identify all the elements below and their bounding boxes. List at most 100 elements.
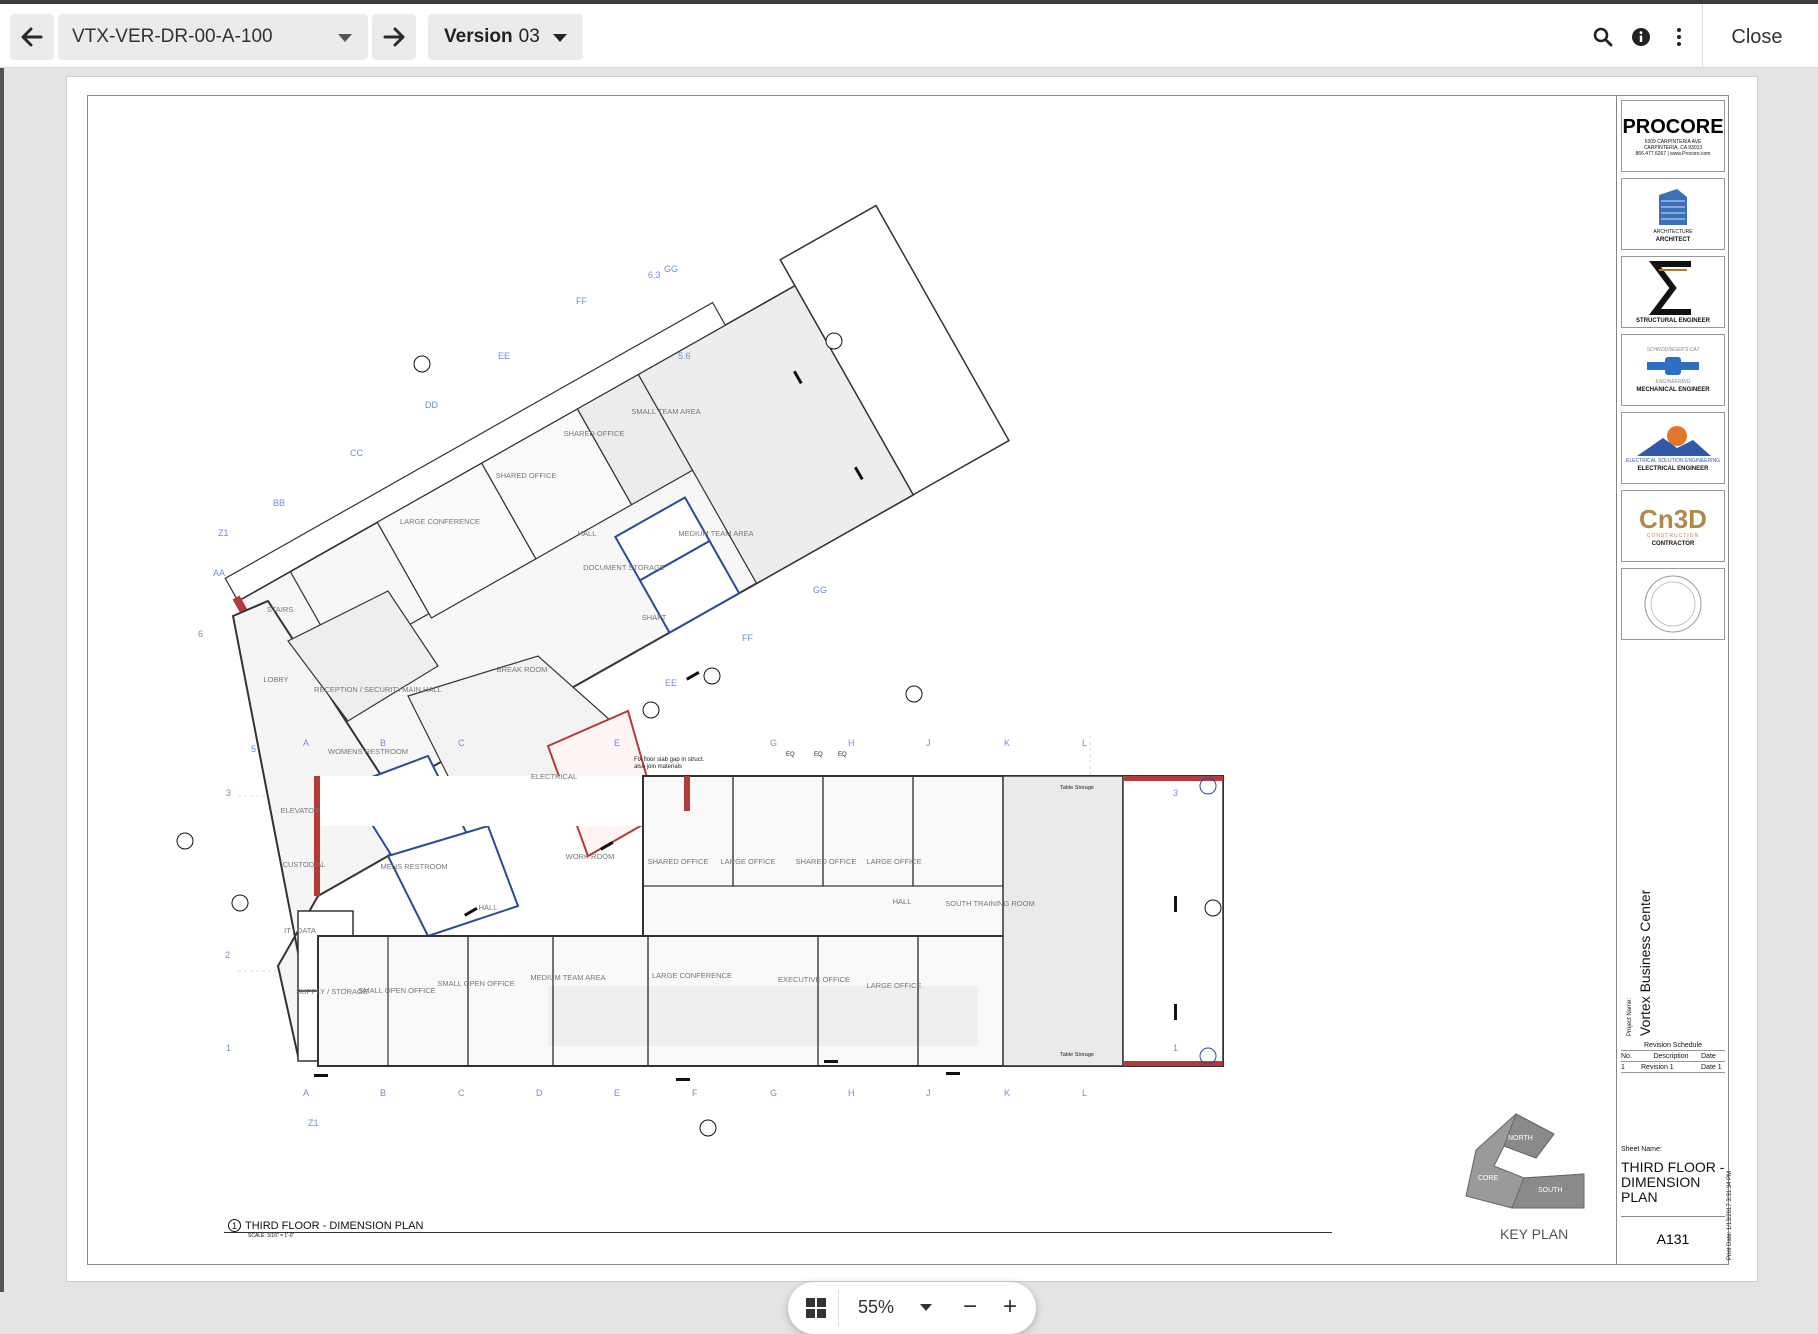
version-label: Version <box>444 26 513 47</box>
structural-logo-box: STRUCTURAL ENGINEER <box>1621 256 1725 328</box>
floor-plan[interactable]: ABCDEFGHJKL 31 31 ABCEGHJKL Z1Z1AABBCCDD… <box>88 96 1614 1266</box>
svg-text:MENS RESTROOM: MENS RESTROOM <box>380 862 447 871</box>
info-button[interactable] <box>1626 22 1656 52</box>
contractor-logo-box: Cn3D CONSTRUCTION CONTRACTOR <box>1621 490 1725 562</box>
mechanical-logo-box: SCHRODINGER'S CAT ENGINEERING MECHANICAL… <box>1621 334 1725 406</box>
search-button[interactable] <box>1588 22 1618 52</box>
print-date: Print Date: 1/13/2017 3:31:34 PM <box>1727 1170 1733 1260</box>
svg-text:FF: FF <box>576 296 587 306</box>
svg-text:EQ: EQ <box>786 752 795 758</box>
rev-col-date: Date <box>1701 1052 1716 1060</box>
sheet-name-label: Sheet Name: <box>1621 1146 1662 1153</box>
svg-text:L: L <box>1082 1088 1087 1098</box>
svg-text:DD: DD <box>425 400 438 410</box>
plan-title-text: THIRD FLOOR - DIMENSION PLAN <box>245 1219 424 1232</box>
svg-text:EE: EE <box>498 351 510 361</box>
svg-text:HALL: HALL <box>893 897 912 906</box>
sheet-name: THIRD FLOOR - DIMENSION PLAN <box>1621 1159 1725 1205</box>
svg-text:SHARED OFFICE: SHARED OFFICE <box>564 429 625 438</box>
mountain-sun-icon <box>1637 426 1711 456</box>
svg-text:IT / DATA: IT / DATA <box>284 926 316 935</box>
zoom-out-button[interactable]: − <box>956 1292 984 1322</box>
top-toolbar: VTX-VER-DR-00-A-100 Version 03 Close <box>0 0 1818 72</box>
svg-text:WORK ROOM: WORK ROOM <box>566 852 615 861</box>
search-icon <box>1593 27 1613 47</box>
svg-text:FF: FF <box>742 633 753 643</box>
svg-text:E: E <box>614 738 620 748</box>
rev-no: 1 <box>1621 1063 1625 1071</box>
svg-text:D: D <box>536 1088 543 1098</box>
plan-title-underline <box>224 1232 1332 1233</box>
svg-text:B: B <box>380 1088 386 1098</box>
svg-text:CUSTODIAL: CUSTODIAL <box>283 860 326 869</box>
drawing-viewer[interactable]: ABCDEFGHJKL 31 31 ABCEGHJKL Z1 Z1 AA BB CC DD… <box>0 68 1818 1334</box>
electrical-logo-text: ELECTRICAL SOLUTION ENGINEERING <box>1626 458 1720 464</box>
rev-date: Date 1 <box>1701 1063 1722 1071</box>
drawing-page: ABCDEFGHJKL 31 31 ABCEGHJKL Z1 Z1 AA BB CC DD… <box>66 76 1758 1282</box>
svg-text:SMALL OPEN OFFICE: SMALL OPEN OFFICE <box>358 986 435 995</box>
document-select[interactable]: VTX-VER-DR-00-A-100 <box>58 14 368 60</box>
project-name: Vortex Business Center <box>1637 889 1653 1036</box>
chevron-down-icon[interactable] <box>920 1304 932 1311</box>
key-plan: NORTH CORE SOUTH <box>1465 1113 1585 1209</box>
plan-scale: SCALE: 3/16" = 1'-0" <box>248 1233 295 1239</box>
svg-text:L: L <box>1082 738 1087 748</box>
svg-text:SHARED OFFICE: SHARED OFFICE <box>796 857 857 866</box>
key-plan-label: KEY PLAN <box>1500 1226 1569 1242</box>
grid-view-button[interactable] <box>804 1296 828 1320</box>
svg-text:GG: GG <box>813 585 827 595</box>
title-block: PROCORE 6309 CARPINTERIA AVE CARPINTERIA… <box>1616 96 1733 1264</box>
svg-text:A: A <box>303 738 309 748</box>
mechanical-caption: MECHANICAL ENGINEER <box>1636 387 1710 393</box>
chevron-down-icon <box>553 34 567 42</box>
architect-logo-box: ARCHITECTURE ARCHITECT <box>1621 178 1725 250</box>
svg-text:HALL: HALL <box>578 529 597 538</box>
svg-text:SHARED OFFICE: SHARED OFFICE <box>648 857 709 866</box>
rev-col-no: No. <box>1621 1052 1632 1060</box>
contractor-logo: Cn3D <box>1639 504 1707 534</box>
svg-text:SMALL TEAM AREA: SMALL TEAM AREA <box>631 407 700 416</box>
svg-text:H: H <box>848 738 855 748</box>
key-plan-core: CORE <box>1478 1175 1499 1182</box>
drawing-sheet: ABCDEFGHJKL 31 31 ABCEGHJKL Z1 Z1 AA BB CC DD… <box>87 95 1733 1266</box>
key-plan-north: NORTH <box>1508 1135 1533 1142</box>
svg-text:3: 3 <box>1173 788 1178 798</box>
svg-text:EE: EE <box>665 678 677 688</box>
rev-col-desc: Description <box>1653 1052 1689 1060</box>
zoom-level[interactable]: 55% <box>858 1297 894 1318</box>
svg-text:E: E <box>614 1088 620 1098</box>
back-button[interactable] <box>10 14 54 60</box>
zoom-toolbar: 55% − + <box>788 1282 1036 1334</box>
svg-text:A: A <box>303 1088 309 1098</box>
svg-text:1: 1 <box>1173 1043 1178 1053</box>
version-select[interactable]: Version 03 <box>428 14 583 60</box>
svg-text:C: C <box>458 1088 465 1098</box>
svg-text:BREAK ROOM: BREAK ROOM <box>497 665 548 674</box>
svg-text:LARGE CONFERENCE: LARGE CONFERENCE <box>652 971 732 980</box>
svg-text:also join materials: also join materials <box>634 764 682 770</box>
forward-button[interactable] <box>372 14 416 60</box>
close-button[interactable]: Close <box>1712 22 1802 52</box>
svg-text:2: 2 <box>225 950 230 960</box>
svg-text:K: K <box>1004 1088 1010 1098</box>
svg-text:SMALL OPEN OFFICE: SMALL OPEN OFFICE <box>437 979 514 988</box>
svg-text:Table Storage: Table Storage <box>1060 785 1094 791</box>
procore-contact: 866.477.6267 | www.Procore.com <box>1635 150 1711 157</box>
structural-caption: STRUCTURAL ENGINEER <box>1636 318 1710 324</box>
document-select-value: VTX-VER-DR-00-A-100 <box>72 26 273 47</box>
pipe-icon <box>1647 357 1699 375</box>
svg-text:MEDIUM TEAM AREA: MEDIUM TEAM AREA <box>530 973 605 982</box>
zoom-separator <box>838 1290 839 1326</box>
svg-text:SUPPLY / STORAGE: SUPPLY / STORAGE <box>296 987 368 996</box>
more-button[interactable] <box>1664 22 1694 52</box>
zoom-in-button[interactable]: + <box>996 1292 1024 1322</box>
more-vertical-icon <box>1677 28 1681 46</box>
svg-text:LARGE OFFICE: LARGE OFFICE <box>866 981 921 990</box>
svg-text:5.6: 5.6 <box>678 351 691 361</box>
svg-text:1: 1 <box>226 1043 231 1053</box>
svg-text:LARGE CONFERENCE: LARGE CONFERENCE <box>400 517 480 526</box>
svg-text:MEDIUM TEAM AREA: MEDIUM TEAM AREA <box>678 529 753 538</box>
procore-logo-box: PROCORE 6309 CARPINTERIA AVE CARPINTERIA… <box>1621 100 1725 172</box>
revision-schedule-title: Revision Schedule <box>1621 1040 1725 1051</box>
revision-header: No. Description Date <box>1621 1051 1725 1062</box>
